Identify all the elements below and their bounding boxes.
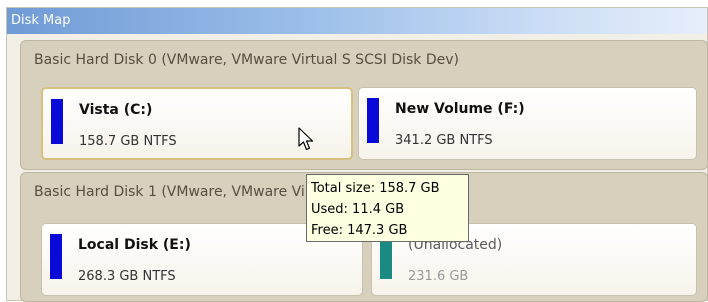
disk-map-title: Disk Map	[7, 8, 707, 34]
volume-new-volume-f[interactable]: New Volume (F:) 341.2 GB NTFS	[358, 87, 697, 160]
volume-info: 158.7 GB NTFS	[79, 134, 177, 149]
tooltip-used: Used: 11.4 GB	[311, 202, 405, 217]
volume-color-bar	[50, 234, 62, 279]
volume-name: Local Disk (E:)	[78, 237, 191, 253]
mouse-pointer-icon	[298, 127, 314, 151]
volume-color-bar	[51, 99, 63, 144]
volume-name: New Volume (F:)	[395, 101, 525, 117]
volume-info: 231.6 GB	[408, 269, 469, 284]
volume-color-bar	[367, 98, 379, 143]
tooltip-total-size: Total size: 158.7 GB	[311, 181, 440, 196]
volume-info: 268.3 GB NTFS	[78, 269, 176, 284]
tooltip-free: Free: 147.3 GB	[311, 223, 408, 238]
volume-info: 341.2 GB NTFS	[395, 133, 493, 148]
volume-name: Vista (C:)	[79, 102, 153, 118]
disk-0-group[interactable]: Basic Hard Disk 0 (VMware, VMware Virtua…	[20, 40, 708, 170]
volume-info-tooltip: Total size: 158.7 GB Used: 11.4 GB Free:…	[306, 174, 469, 242]
disk-0-title: Basic Hard Disk 0 (VMware, VMware Virtua…	[34, 52, 459, 68]
